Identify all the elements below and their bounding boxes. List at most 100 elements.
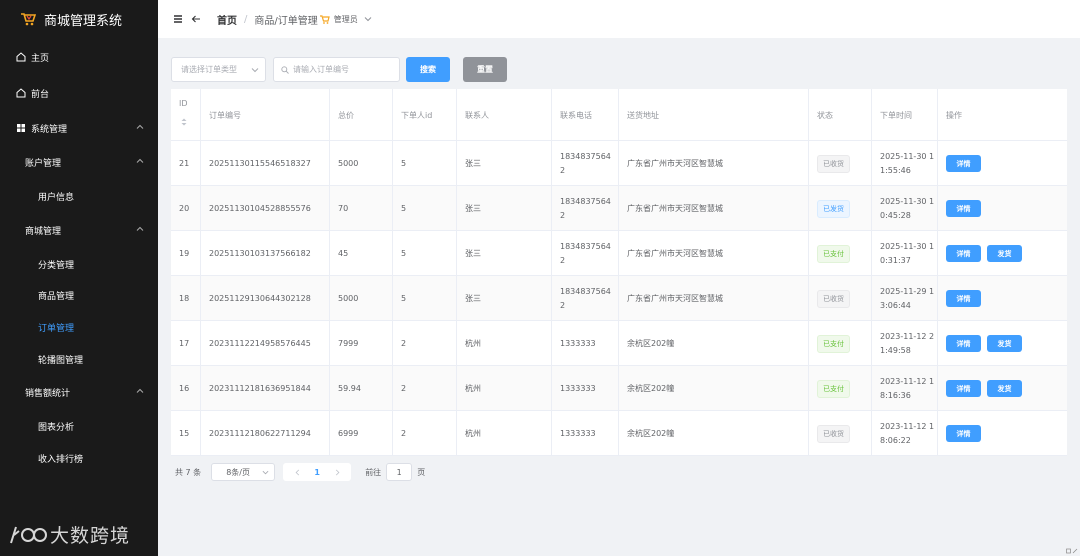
menu-fold-icon[interactable] xyxy=(173,14,183,24)
cell-phone: 1333333 xyxy=(552,366,619,411)
sidebar-item-order[interactable]: 订单管理 xyxy=(0,317,158,337)
ship-button[interactable]: 发货 xyxy=(987,245,1022,262)
cell-text: 广东省广州市天河区智慧城 xyxy=(627,158,723,168)
time-line: 0:31:37 xyxy=(880,255,911,265)
detail-button[interactable]: 详情 xyxy=(946,290,981,307)
cell-address: 广东省广州市天河区智慧城 xyxy=(619,231,809,276)
cell-ops: 详情 xyxy=(938,276,1067,321)
cell-text: 20251129130644302128 xyxy=(209,293,311,303)
table-row: 20 20251130104528855576 70 5 张三 1834837564 2 广东… xyxy=(171,186,1067,231)
cell-status: 已发货 xyxy=(809,186,872,231)
detail-button[interactable]: 详情 xyxy=(946,380,981,397)
sidebar-item-category[interactable]: 分类管理 xyxy=(0,254,158,274)
sidebar-item-home[interactable]: 主页 xyxy=(0,47,158,67)
cell-time: 2025-11-30 1 0:31:37 xyxy=(872,231,938,276)
home-icon xyxy=(16,88,26,98)
sort-icon[interactable] xyxy=(181,118,187,126)
status-badge: 已收货 xyxy=(817,154,850,173)
cell-id: 19 xyxy=(171,231,201,276)
time-text: 2023-11-12 1 8:16:36 xyxy=(880,375,934,403)
cell-total: 5000 xyxy=(330,276,393,321)
reset-button[interactable]: 重置 xyxy=(463,57,507,82)
cell-time: 2025-11-30 1 1:55:46 xyxy=(872,141,938,186)
column-header-phone: 联系电话 xyxy=(552,89,619,141)
phone-line: 1834837564 xyxy=(560,196,611,206)
sidebar-item-mall[interactable]: 商城管理 xyxy=(0,220,158,240)
sidebar-item-label: 商城管理 xyxy=(25,226,62,237)
sidebar-item-revenue-rank[interactable]: 收入排行榜 xyxy=(0,448,158,468)
sidebar-item-carousel[interactable]: 轮播图管理 xyxy=(0,349,158,369)
sidebar-item-front[interactable]: 前台 xyxy=(0,83,158,103)
cell-contact: 杭州 xyxy=(457,321,552,366)
cell-text: 张三 xyxy=(465,293,481,303)
goto-page-input[interactable]: 1 xyxy=(386,463,413,481)
cell-address: 广东省广州市天河区智慧城 xyxy=(619,141,809,186)
phone-text: 1834837564 2 xyxy=(560,150,611,178)
sidebar-item-account[interactable]: 账户管理 xyxy=(0,152,158,172)
time-line: 2023-11-12 1 xyxy=(880,421,935,431)
sidebar-item-product[interactable]: 商品管理 xyxy=(0,285,158,305)
ship-button[interactable]: 发货 xyxy=(987,335,1022,352)
column-header-contact: 联系人 xyxy=(457,89,552,141)
chevron-left-icon xyxy=(295,469,299,475)
order-type-select[interactable]: 请选择订单类型 xyxy=(171,57,266,82)
column-header-order-no: 订单编号 xyxy=(201,89,330,141)
cell-order-no: 20251130115546518327 xyxy=(201,141,330,186)
order-no-placeholder: 请输入订单编号 xyxy=(293,65,349,74)
detail-button[interactable]: 详情 xyxy=(946,245,981,262)
prev-page-button[interactable] xyxy=(287,463,307,481)
sidebar-item-system[interactable]: 系统管理 xyxy=(0,118,158,138)
sidebar-item-label: 主页 xyxy=(31,53,50,64)
detail-button[interactable]: 详情 xyxy=(946,155,981,172)
cell-id: 15 xyxy=(171,411,201,456)
sidebar-item-user-info[interactable]: 用户信息 xyxy=(0,186,158,206)
cell-address: 广东省广州市天河区智慧城 xyxy=(619,276,809,321)
search-button[interactable]: 搜索 xyxy=(406,57,450,82)
cell-text: 5000 xyxy=(338,293,359,303)
table-row: 21 20251130115546518327 5000 5 张三 1834837564 2… xyxy=(171,141,1067,186)
sidebar-item-chart-analysis[interactable]: 图表分析 xyxy=(0,416,158,436)
ship-button[interactable]: 发货 xyxy=(987,380,1022,397)
sidebar-item-sales[interactable]: 销售额统计 xyxy=(0,382,158,402)
cell-text: 杭州 xyxy=(465,428,481,438)
cell-text: 20251130103137566182 xyxy=(209,248,311,258)
cell-text: 45 xyxy=(338,248,349,258)
column-header-actions: 操作 xyxy=(938,89,1067,141)
username[interactable]: 管理员 xyxy=(334,14,358,25)
order-type-placeholder: 请选择订单类型 xyxy=(181,65,237,74)
avatar[interactable] xyxy=(319,14,330,24)
cell-text: 59.94 xyxy=(338,383,361,393)
back-arrow-icon[interactable] xyxy=(191,14,201,24)
column-label: 操作 xyxy=(946,110,962,120)
cell-order-no: 20251129130644302128 xyxy=(201,276,330,321)
chevron-down-icon[interactable] xyxy=(364,15,372,23)
phone-text: 1834837564 2 xyxy=(560,285,611,313)
cell-text: 2 xyxy=(401,383,407,393)
cell-id: 18 xyxy=(171,276,201,321)
phone-line: 1834837564 xyxy=(560,241,611,251)
order-no-search-input[interactable]: 请输入订单编号 xyxy=(273,57,400,82)
next-page-button[interactable] xyxy=(327,463,347,481)
cell-address: 余杭区202幢 xyxy=(619,321,809,366)
sidebar-brand[interactable]: 商城管理系统 xyxy=(0,0,158,38)
detail-button[interactable]: 详情 xyxy=(946,425,981,442)
page-number-current[interactable]: 1 xyxy=(307,468,327,477)
cell-user-id: 2 xyxy=(393,411,457,456)
cell-text: 杭州 xyxy=(465,383,481,393)
top-header: 首页 / 商品/订单管理 管理员 xyxy=(158,0,1080,38)
phone-text: 1333333 xyxy=(560,337,596,351)
cell-text: 张三 xyxy=(465,248,481,258)
status-badge: 已支付 xyxy=(817,244,850,263)
cell-user-id: 5 xyxy=(393,276,457,321)
column-header-id[interactable]: ID xyxy=(171,89,201,141)
page-size-select[interactable]: 8条/页 xyxy=(211,463,276,481)
time-line: 2025-11-29 1 xyxy=(880,286,935,296)
time-line: 2023-11-12 1 xyxy=(880,376,935,386)
breadcrumb-home[interactable]: 首页 xyxy=(217,12,237,27)
cell-address: 广东省广州市天河区智慧城 xyxy=(619,186,809,231)
cell-text: 20251130115546518327 xyxy=(209,158,311,168)
detail-button[interactable]: 详情 xyxy=(946,335,981,352)
detail-button[interactable]: 详情 xyxy=(946,200,981,217)
cell-text: 21 xyxy=(179,158,190,168)
time-line: 0:45:28 xyxy=(880,210,911,220)
